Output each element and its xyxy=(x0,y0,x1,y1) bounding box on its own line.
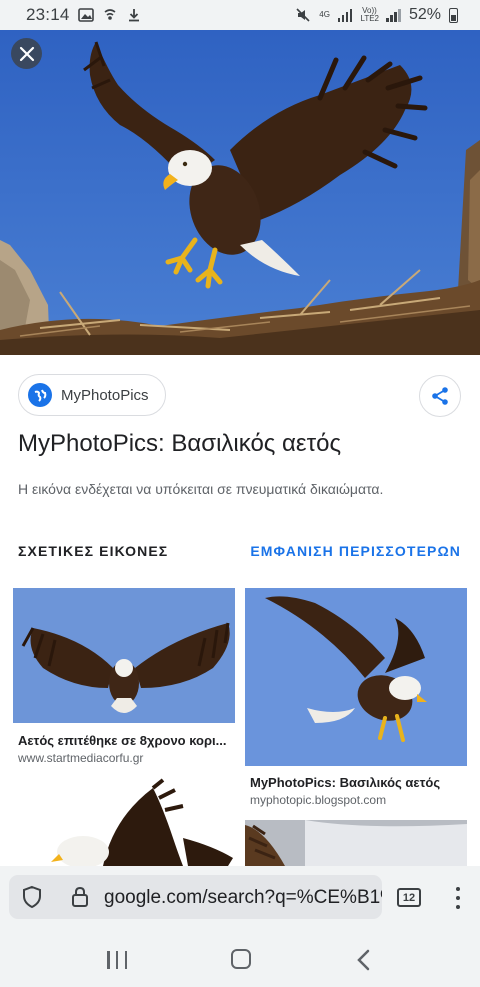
related-domain-2: myphotopic.blogspot.com xyxy=(250,793,387,807)
home-button[interactable] xyxy=(231,949,251,969)
status-time: 23:14 xyxy=(26,5,70,24)
lock-icon xyxy=(72,886,88,907)
battery-percentage: 52% xyxy=(408,6,441,23)
show-more-link[interactable]: ΕΜΦΑΝΙΣΗ ΠΕΡΙΣΣΟΤΕΡΩΝ xyxy=(250,543,461,559)
related-domain-1: www.startmediacorfu.gr xyxy=(18,751,144,765)
browser-address-bar: google.com/search?q=%CE%B1%CE%B5 12 xyxy=(0,866,480,936)
related-caption-2[interactable]: MyPhotoPics: Βασιλικός αετός xyxy=(250,775,464,790)
status-bar: 23:14 4G Vo)) LTE2 52% xyxy=(0,0,480,30)
network-volte-label: Vo)) LTE2 xyxy=(360,6,379,23)
browser-menu-button[interactable] xyxy=(452,885,464,911)
gallery-notification-icon xyxy=(77,8,94,22)
image-title[interactable]: MyPhotoPics: Βασιλικός αετός xyxy=(18,430,341,458)
copyright-notice: Η εικόνα ενδέχεται να υπόκειται σε πνευμ… xyxy=(18,481,384,497)
globe-icon xyxy=(28,383,52,407)
source-name: MyPhotoPics xyxy=(61,386,149,404)
related-caption-1[interactable]: Αετός επιτέθηκε σε 8χρονο κορι... xyxy=(18,733,232,748)
recent-apps-button[interactable] xyxy=(107,951,127,969)
share-button[interactable] xyxy=(419,375,461,417)
close-icon xyxy=(19,46,34,61)
main-image[interactable] xyxy=(0,30,480,355)
close-button[interactable] xyxy=(11,38,42,69)
download-notification-icon xyxy=(128,9,139,22)
signal-strength-icon xyxy=(337,8,353,22)
related-image-1[interactable] xyxy=(13,588,235,723)
related-image-4[interactable] xyxy=(245,820,467,866)
source-chip[interactable]: MyPhotoPics xyxy=(18,374,166,416)
tab-switcher-button[interactable]: 12 xyxy=(397,888,421,907)
related-images-header: ΣΧΕΤΙΚΕΣ ΕΙΚΟΝΕΣ xyxy=(18,543,169,559)
related-image-3[interactable] xyxy=(13,778,235,866)
network-4g-label: 4G xyxy=(319,10,330,19)
sync-notification-icon xyxy=(104,9,116,20)
share-icon xyxy=(432,387,448,405)
system-navigation-bar xyxy=(0,936,480,987)
bald-eagle-photo xyxy=(0,30,480,355)
url-field[interactable]: google.com/search?q=%CE%B1%CE%B5 xyxy=(9,875,382,919)
shield-icon[interactable] xyxy=(21,885,43,909)
mute-icon xyxy=(296,8,310,22)
back-button[interactable] xyxy=(356,949,370,971)
battery-icon xyxy=(449,7,458,23)
url-text: google.com/search?q=%CE%B1%CE%B5 xyxy=(104,887,382,908)
related-image-2[interactable] xyxy=(245,588,467,766)
signal-strength-2-icon xyxy=(386,8,401,22)
